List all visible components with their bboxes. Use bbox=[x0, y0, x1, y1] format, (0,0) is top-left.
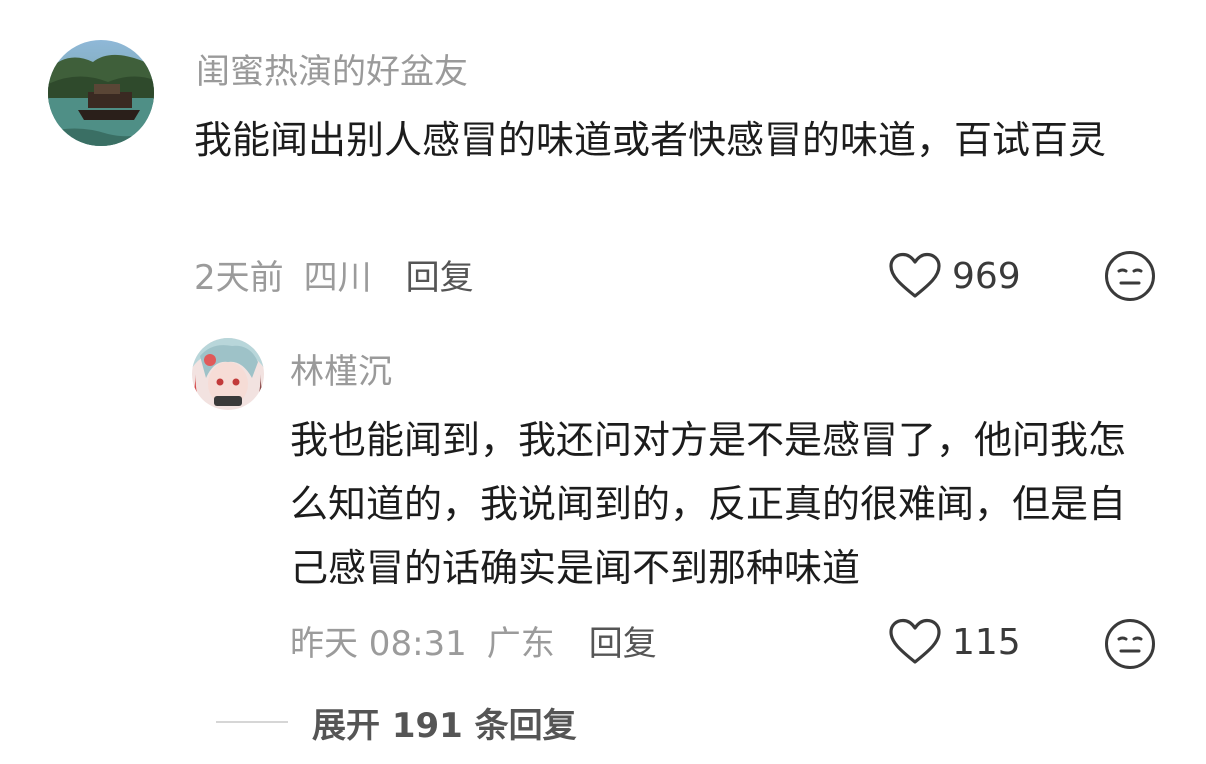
heart-outline-icon[interactable] bbox=[888, 618, 942, 666]
landscape-avatar-image bbox=[48, 40, 154, 146]
commenter-username[interactable]: 闺蜜热演的好盆友 bbox=[196, 52, 468, 92]
reply-location: 广东 bbox=[486, 623, 555, 664]
reply-text: 我也能闻到，我还问对方是不是感冒了，他问我怎么知道的，我说闻到的，反正真的很难闻… bbox=[290, 418, 1127, 590]
commenter-avatar[interactable] bbox=[48, 40, 154, 146]
reply-meta: 昨天 08:31 广东 回复 bbox=[290, 616, 657, 665]
comment-text: 我能闻出别人感冒的味道或者快感冒的味道，百试百灵 bbox=[194, 118, 1107, 162]
smile-face-icon[interactable] bbox=[1104, 250, 1156, 302]
comment-time: 2天前 bbox=[194, 257, 284, 298]
reply-time: 昨天 08:31 bbox=[290, 623, 467, 664]
expand-replies-label: 展开 191 条回复 bbox=[312, 705, 577, 746]
comment-location: 四川 bbox=[303, 257, 372, 298]
reply-like-count: 115 bbox=[952, 621, 1021, 663]
comment-meta: 2天前 四川 回复 bbox=[194, 250, 474, 299]
anime-avatar-image bbox=[192, 338, 264, 410]
replier-username[interactable]: 林槿沉 bbox=[290, 352, 392, 392]
smile-face-icon[interactable] bbox=[1104, 618, 1156, 670]
replier-avatar[interactable] bbox=[192, 338, 264, 410]
expand-divider-line bbox=[216, 721, 288, 723]
reply-like-button[interactable]: 115 bbox=[888, 614, 1021, 670]
reply-to-reply-button[interactable]: 回复 bbox=[589, 616, 657, 665]
reply-button[interactable]: 回复 bbox=[406, 250, 474, 299]
like-count: 969 bbox=[952, 255, 1021, 297]
heart-outline-icon[interactable] bbox=[888, 252, 942, 300]
expand-replies-button[interactable]: 展开 191 条回复 bbox=[216, 694, 577, 750]
like-button[interactable]: 969 bbox=[888, 248, 1021, 304]
